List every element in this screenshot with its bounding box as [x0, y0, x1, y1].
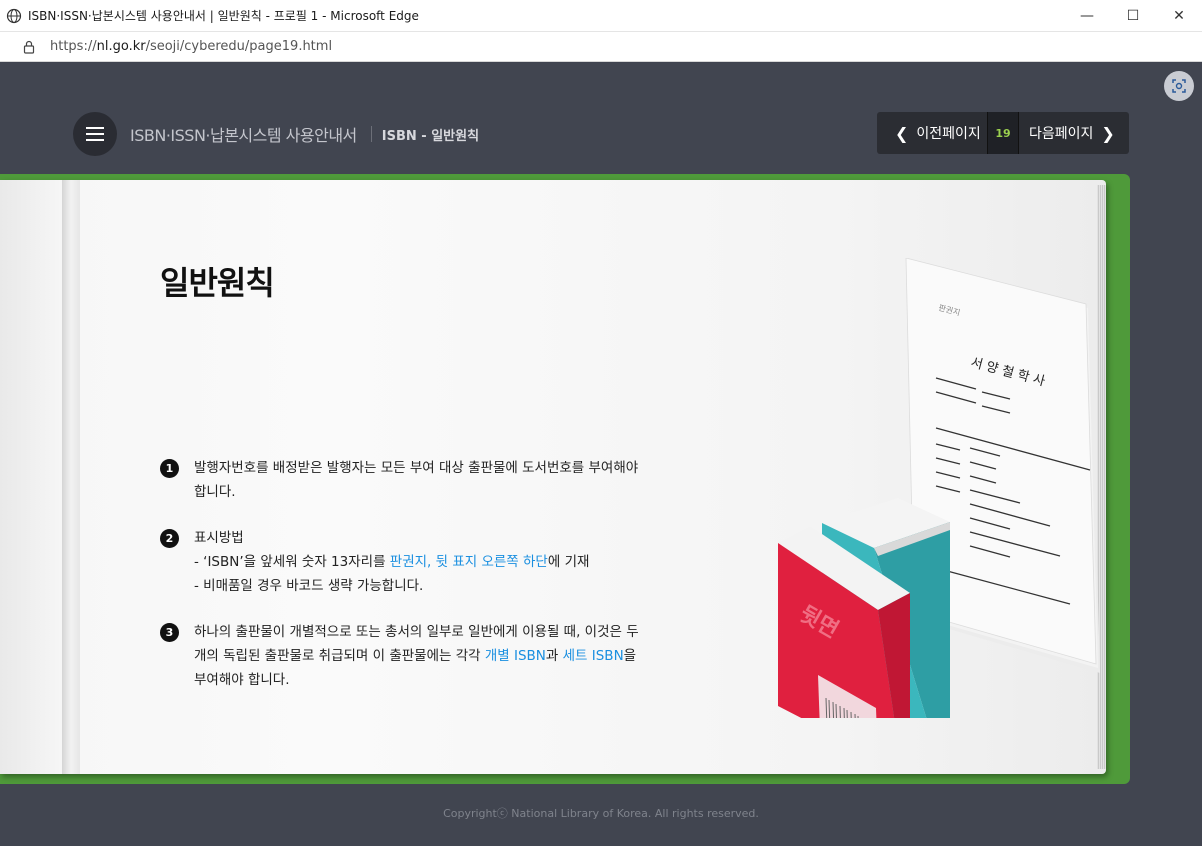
- number-badge: 3: [160, 623, 179, 642]
- copyright-footer: Copyrightⓒ National Library of Korea. Al…: [443, 807, 759, 820]
- item-title: 표시방법: [194, 530, 244, 546]
- window-title: ISBN·ISSN·납본시스템 사용안내서 | 일반원칙 - 프로필 1 - M…: [28, 9, 419, 23]
- item-text: 발행자번호를 배정받은 발행자는 모든 부여 대상 출판물에 도서번호를 부여해…: [194, 460, 639, 500]
- capture-icon: [1172, 79, 1186, 93]
- page-number: 19: [987, 112, 1019, 154]
- menu-button[interactable]: [73, 112, 117, 156]
- section-title: ISBN - 일반원칙: [381, 128, 480, 144]
- highlight-text: 판권지, 뒷 표지 오른쪽 하단: [389, 554, 548, 570]
- screenshot-button[interactable]: [1164, 71, 1194, 101]
- url-text[interactable]: https://nl.go.kr/seoji/cyberedu/page19.h…: [50, 39, 332, 54]
- maximize-button[interactable]: ☐: [1110, 0, 1156, 32]
- prev-page-label: 이전페이지: [916, 126, 981, 142]
- globe-icon: [6, 8, 22, 23]
- close-button[interactable]: ✕: [1156, 0, 1202, 32]
- item-line: - ‘ISBN’을 앞세워 숫자 13자리를 판권지, 뒷 표지 오른쪽 하단에…: [194, 554, 590, 570]
- page-navigator: ❮ 이전페이지 19 다음페이지 ❯: [877, 112, 1129, 154]
- number-badge: 1: [160, 459, 179, 478]
- next-page-label: 다음페이지: [1029, 126, 1094, 142]
- site-title[interactable]: ISBN·ISSN·납본시스템 사용안내서: [130, 122, 357, 146]
- chevron-right-icon: ❯: [1101, 123, 1115, 143]
- item-line: - 비매품일 경우 바코드 생략 가능합니다.: [194, 578, 424, 594]
- lock-icon: [23, 40, 35, 54]
- next-page-button[interactable]: 다음페이지 ❯: [1019, 123, 1129, 143]
- page-heading: 일반원칙: [160, 264, 275, 302]
- books-illustration: 판권지 서 양 철 학 사 뒷면: [778, 258, 1100, 718]
- page-viewport: ISBN·ISSN·납본시스템 사용안내서 ISBN - 일반원칙 ❮ 이전페이…: [0, 63, 1202, 846]
- highlight-text: 세트 ISBN: [562, 648, 624, 664]
- site-header: ISBN·ISSN·납본시스템 사용안내서 ISBN - 일반원칙: [73, 112, 479, 156]
- number-badge: 2: [160, 529, 179, 548]
- principles-list: 1 발행자번호를 배정받은 발행자는 모든 부여 대상 출판물에 도서번호를 부…: [160, 456, 640, 714]
- minimize-button[interactable]: —: [1064, 0, 1110, 32]
- item-text: 하나의 출판물이 개별적으로 또는 총서의 일부로 일반에게 이용될 때, 이것…: [194, 624, 639, 688]
- address-bar[interactable]: https://nl.go.kr/seoji/cyberedu/page19.h…: [0, 32, 1202, 62]
- book-spine: [62, 180, 80, 774]
- window-titlebar: ISBN·ISSN·납본시스템 사용안내서 | 일반원칙 - 프로필 1 - M…: [0, 0, 1202, 32]
- list-item: 2 표시방법 - ‘ISBN’을 앞세워 숫자 13자리를 판권지, 뒷 표지 …: [160, 526, 640, 598]
- list-item: 3 하나의 출판물이 개별적으로 또는 총서의 일부로 일반에게 이용될 때, …: [160, 620, 640, 692]
- list-item: 1 발행자번호를 배정받은 발행자는 모든 부여 대상 출판물에 도서번호를 부…: [160, 456, 640, 504]
- highlight-text: 개별 ISBN: [484, 648, 546, 664]
- divider: [370, 126, 372, 142]
- chevron-left-icon: ❮: [895, 123, 909, 143]
- prev-page-button[interactable]: ❮ 이전페이지: [877, 123, 987, 143]
